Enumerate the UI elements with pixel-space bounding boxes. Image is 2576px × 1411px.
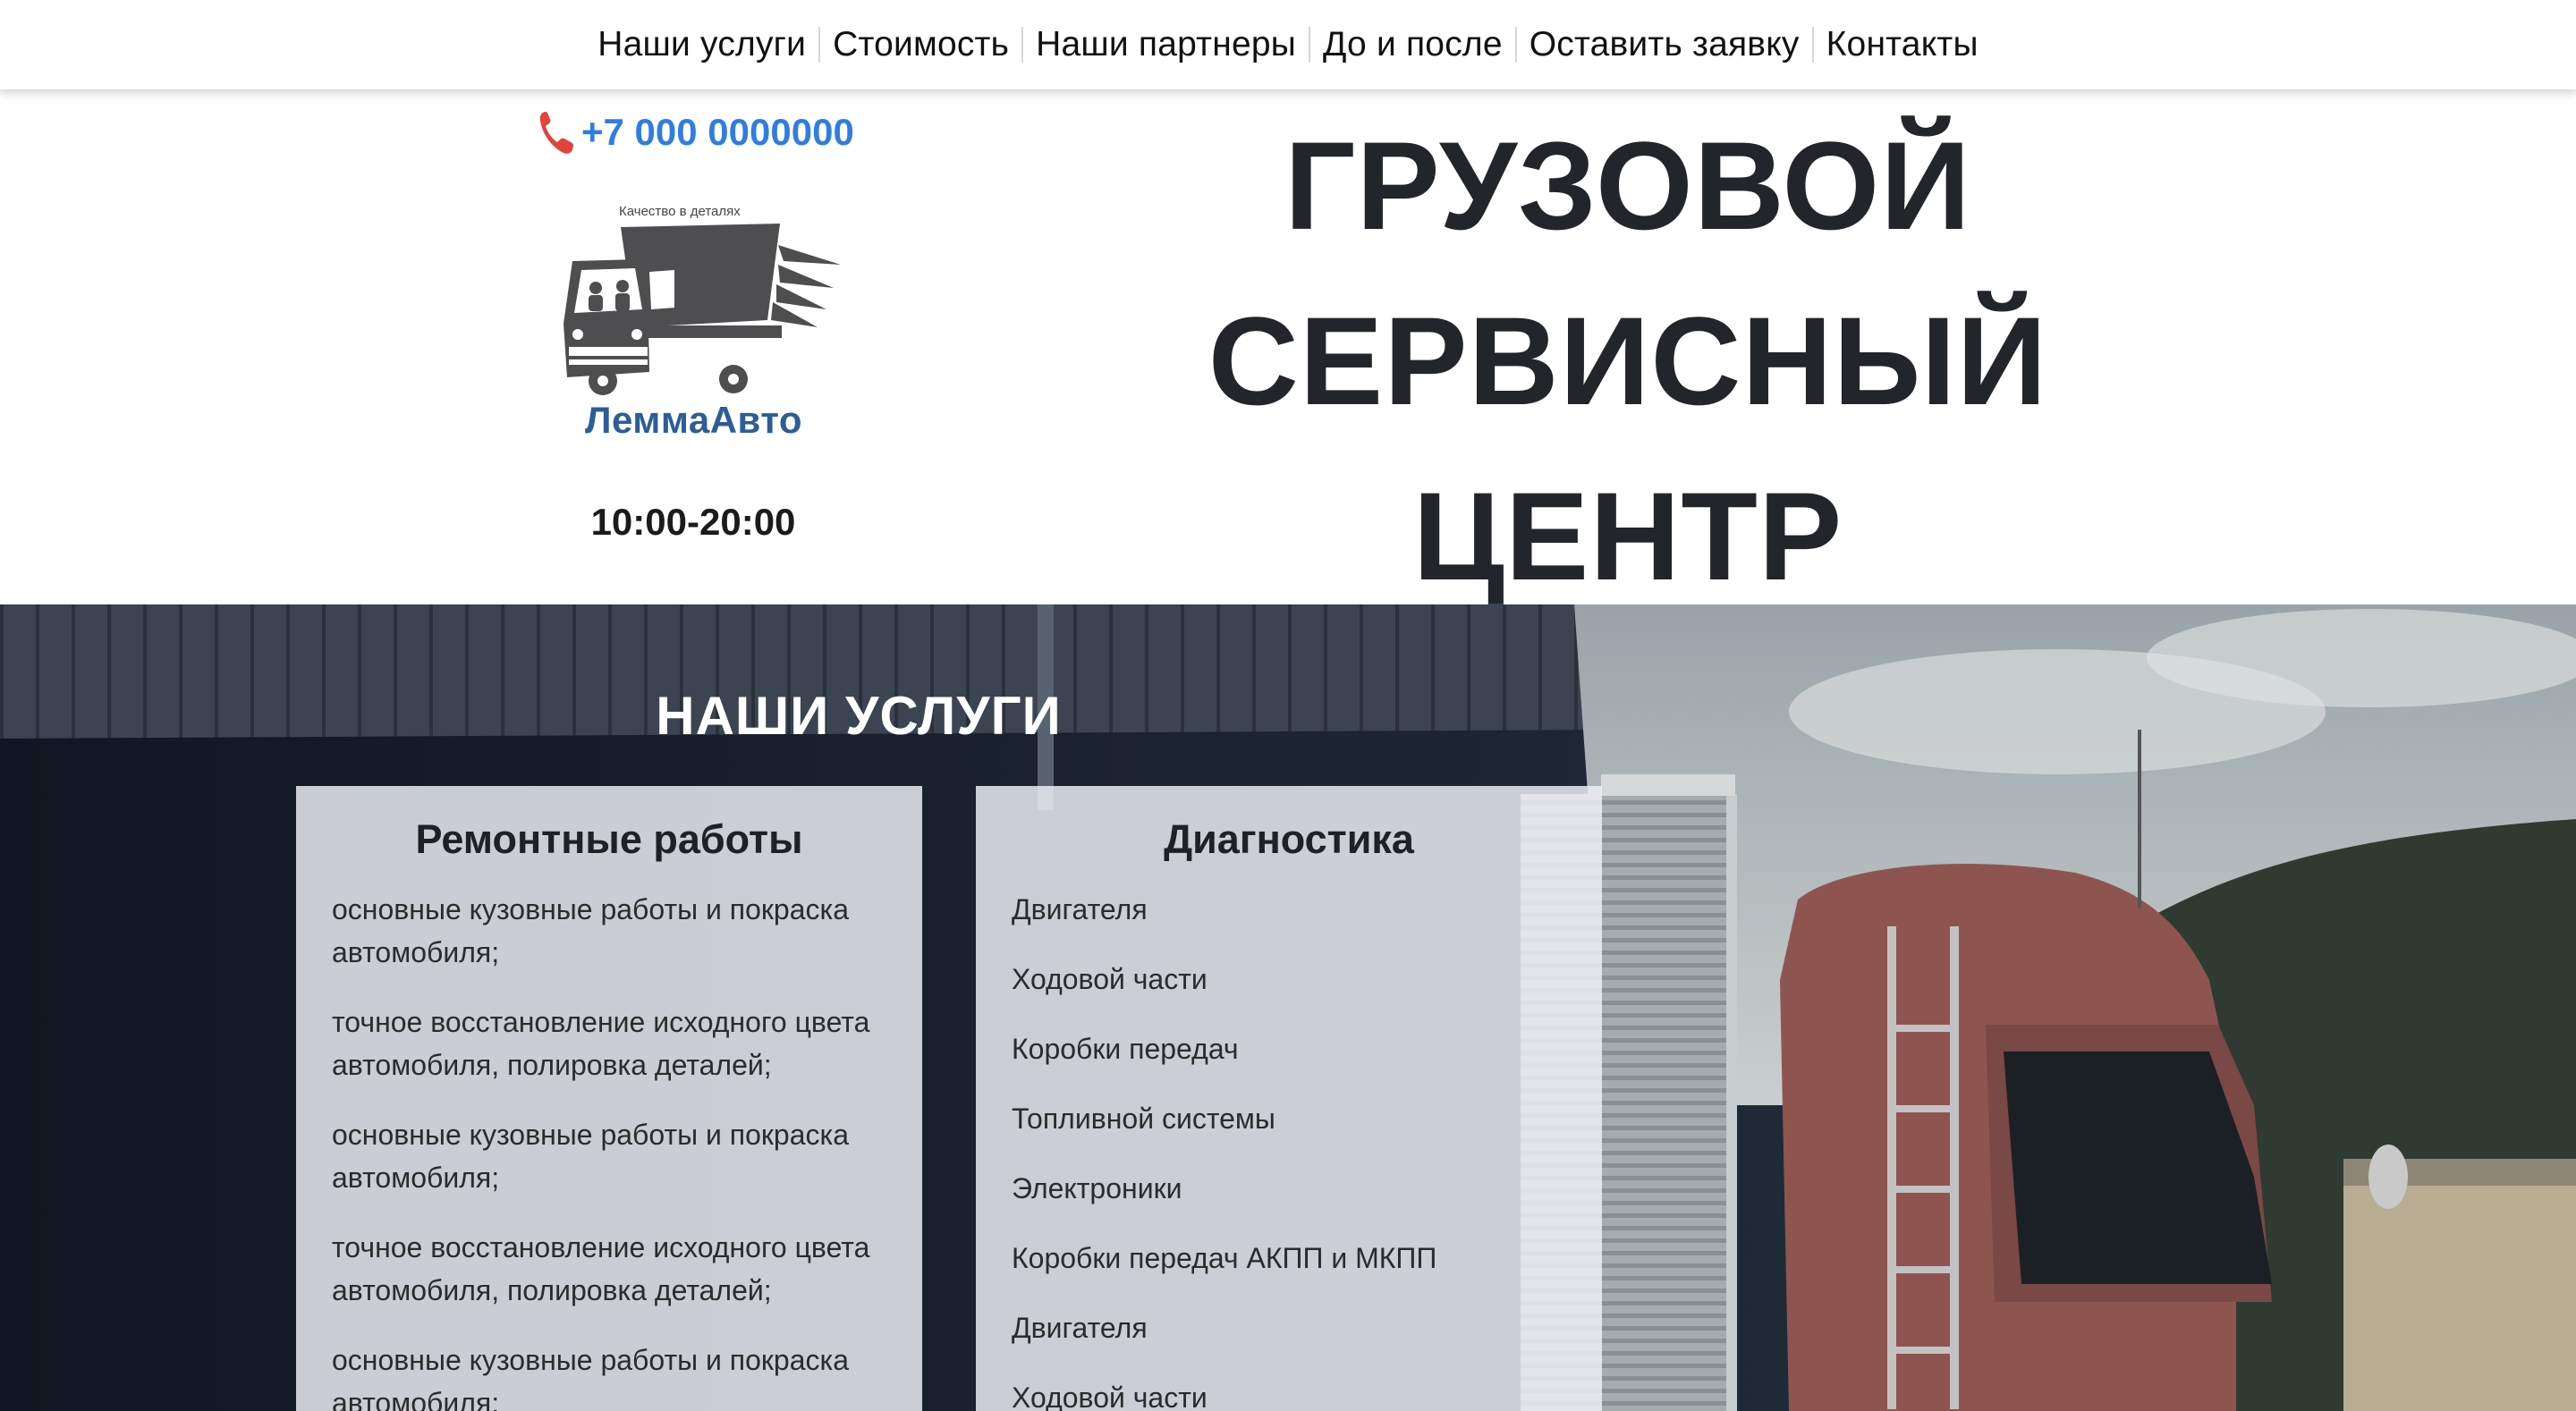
section-title: НАШИ УСЛУГИ [656, 686, 1062, 746]
nav-menu: Наши услуги Стоимость Наши партнеры До и… [597, 25, 1978, 64]
nav-divider [1514, 27, 1517, 63]
list-item: основные кузовные работы и покраска авто… [332, 1119, 849, 1194]
phone-icon [537, 109, 576, 156]
card-title: Диагностика [1164, 816, 1414, 862]
logo-name: ЛеммаАвто [585, 399, 802, 441]
nav-link-partners[interactable]: Наши партнеры [1036, 25, 1296, 64]
hero-title-line-2: СЕРВИСНЫЙ [1208, 291, 2048, 431]
service-card-repair: Ремонтные работы основные кузовные работ… [296, 786, 922, 1411]
card-title: Ремонтные работы [415, 816, 803, 862]
service-card-diagnostics: Диагностика Двигателя Ходовой части Коро… [976, 786, 1602, 1411]
hero-title-line-3: ЦЕНТР [1412, 466, 1843, 606]
list-item: Двигателя [1012, 893, 1148, 925]
list-item: точное восстановление исходного цвета ав… [332, 1006, 870, 1081]
list-item: Ходовой части [1012, 963, 1208, 995]
site-header: +7 000 0000000 Качество в деталях ЛеммаА… [0, 89, 2576, 606]
hero-title: ГРУЗОВОЙ СЕРВИСНЫЙ ЦЕНТР [1163, 98, 2093, 624]
nav-link-contacts[interactable]: Контакты [1826, 25, 1979, 64]
card-list: Двигателя Ходовой части Коробки передач … [1012, 888, 1566, 1411]
nav-divider [1021, 27, 1024, 63]
nav-item: Наши услуги [597, 25, 806, 64]
list-item: точное восстановление исходного цвета ав… [332, 1231, 870, 1306]
nav-item: Наши партнеры [1009, 25, 1296, 64]
list-item: Электроники [1012, 1172, 1182, 1204]
phone-number: +7 000 0000000 [581, 111, 854, 153]
nav-link-before-after[interactable]: До и после [1323, 25, 1503, 64]
nav-link-request[interactable]: Оставить заявку [1530, 25, 1800, 64]
nav-link-pricing[interactable]: Стоимость [833, 25, 1009, 64]
top-navigation: Наши услуги Стоимость Наши партнеры До и… [0, 0, 2576, 89]
logo-tagline: Качество в деталях [619, 204, 741, 219]
list-item: Коробки передач [1012, 1033, 1239, 1065]
nav-link-services[interactable]: Наши услуги [597, 25, 806, 64]
nav-item: Стоимость [806, 25, 1009, 64]
hero-title-line-1: ГРУЗОВОЙ [1284, 115, 1971, 256]
list-item: Двигателя [1012, 1312, 1148, 1344]
working-hours: 10:00-20:00 [590, 501, 796, 543]
company-logo[interactable]: Качество в деталях ЛеммаАвто [549, 204, 853, 544]
nav-item: Оставить заявку [1503, 25, 1800, 64]
services-section: НАШИ УСЛУГИ Ремонтные работы основные ку… [0, 604, 2576, 1411]
list-item: Топливной системы [1012, 1103, 1275, 1135]
nav-item: Контакты [1800, 25, 1979, 64]
card-list: основные кузовные работы и покраска авто… [332, 888, 886, 1411]
nav-divider [1811, 27, 1814, 63]
nav-item: До и после [1296, 25, 1503, 64]
nav-divider [818, 27, 821, 63]
list-item: основные кузовные работы и покраска авто… [332, 893, 849, 968]
list-item: основные кузовные работы и покраска авто… [332, 1344, 849, 1411]
truck-logo-icon [564, 224, 841, 395]
list-item: Ходовой части [1012, 1381, 1208, 1411]
nav-divider [1308, 27, 1310, 63]
phone-link[interactable]: +7 000 0000000 [537, 104, 854, 161]
list-item: Коробки передач АКПП и МКПП [1012, 1242, 1437, 1274]
